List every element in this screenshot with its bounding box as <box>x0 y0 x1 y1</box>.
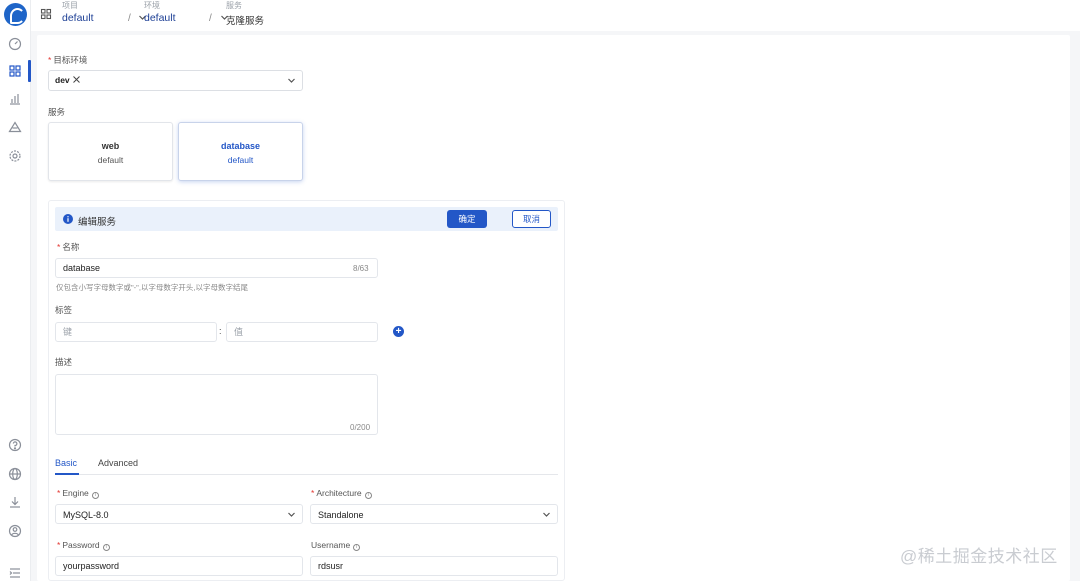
tags-label: 标签 <box>55 305 73 315</box>
close-icon[interactable] <box>72 75 81 84</box>
info-circle-icon: i <box>364 492 372 499</box>
breadcrumb-project-caption: 项目 <box>62 1 78 10</box>
breadcrumb-env-value: default <box>144 12 176 24</box>
info-circle-icon: i <box>91 492 99 499</box>
name-hint: 仅包含小写字母数字或"-",以字母数字开头,以字母数字结尾 <box>56 283 248 292</box>
top-bar: 项目 default / 环境 default / 服务 克隆服务 <box>31 0 1080 31</box>
info-circle-icon: i <box>102 544 110 551</box>
config-tabs: Basic Advanced <box>55 456 558 475</box>
service-env: default <box>97 155 124 165</box>
apps-grid-icon[interactable] <box>8 64 22 78</box>
service-env: default <box>227 155 254 165</box>
password-label-text: Password <box>62 540 100 550</box>
logo-icon[interactable] <box>4 3 27 26</box>
bar-chart-icon[interactable] <box>8 92 22 106</box>
breadcrumb-service-caption: 服务 <box>226 1 242 10</box>
name-char-counter: 8/63 <box>353 264 369 273</box>
description-label: 描述 <box>55 357 73 367</box>
password-input[interactable] <box>55 556 303 576</box>
architecture-label: Architecturei <box>311 488 372 499</box>
dashboard-gauge-icon[interactable] <box>8 37 22 51</box>
mountain-icon[interactable] <box>8 120 22 134</box>
apps-switcher-icon[interactable] <box>40 8 52 20</box>
menu-collapse-icon[interactable] <box>8 566 22 580</box>
chevron-down-icon <box>287 510 296 519</box>
breadcrumb-service-value: 克隆服务 <box>226 16 265 27</box>
architecture-value: Standalone <box>318 510 364 520</box>
download-icon[interactable] <box>8 495 22 509</box>
engine-label-text: Engine <box>62 488 89 498</box>
breadcrumb-env-caption: 环境 <box>144 1 160 10</box>
confirm-button[interactable]: 确定 <box>447 210 487 228</box>
target-env-label: 目标环境 <box>48 54 87 66</box>
add-tag-button[interactable]: + <box>393 326 404 337</box>
service-name: database <box>220 141 261 151</box>
tab-active-indicator <box>55 473 79 475</box>
breadcrumb-separator: / <box>128 13 131 24</box>
left-rail <box>0 0 31 581</box>
breadcrumb-separator: / <box>209 13 212 24</box>
service-card-database[interactable]: database default <box>178 122 303 181</box>
engine-label: Enginei <box>57 488 99 499</box>
env-tag-dev: dev <box>55 75 70 85</box>
help-question-icon[interactable] <box>8 438 22 452</box>
tag-colon: : <box>219 326 222 336</box>
info-icon <box>63 214 73 224</box>
engine-value: MySQL-8.0 <box>63 510 109 520</box>
cancel-button[interactable]: 取消 <box>512 210 551 228</box>
tab-basic[interactable]: Basic <box>55 458 77 468</box>
globe-language-icon[interactable] <box>8 467 22 481</box>
username-label: Username i <box>311 540 361 551</box>
breadcrumb-project-value: default <box>62 12 94 24</box>
description-char-counter: 0/200 <box>350 423 371 432</box>
tag-key-input[interactable] <box>55 322 217 342</box>
name-label: 名称 <box>57 241 79 253</box>
chevron-down-icon <box>287 76 296 85</box>
name-input[interactable] <box>55 258 378 278</box>
password-label: Passwordi <box>57 540 110 551</box>
user-avatar-icon[interactable] <box>8 524 22 538</box>
username-label-text: Username <box>311 540 351 550</box>
rail-active-indicator <box>28 60 31 82</box>
edit-service-title: 编辑服务 <box>78 217 117 228</box>
target-env-select[interactable]: dev <box>48 70 303 91</box>
service-name: web <box>101 141 120 151</box>
description-textarea[interactable] <box>55 374 378 435</box>
architecture-select[interactable]: Standalone <box>310 504 558 524</box>
services-label: 服务 <box>48 107 66 117</box>
watermark: @稀土掘金技术社区 <box>900 547 1058 566</box>
settings-gear-icon[interactable] <box>8 149 22 163</box>
edit-service-header: 编辑服务 确定 取消 <box>55 207 558 231</box>
tag-value-input[interactable] <box>226 322 378 342</box>
service-card-web[interactable]: web default <box>48 122 173 181</box>
tab-advanced[interactable]: Advanced <box>98 458 138 468</box>
engine-select[interactable]: MySQL-8.0 <box>55 504 303 524</box>
architecture-label-text: Architecture <box>316 488 362 498</box>
chevron-down-icon <box>542 510 551 519</box>
username-input[interactable] <box>310 556 558 576</box>
info-circle-icon: i <box>353 544 361 551</box>
